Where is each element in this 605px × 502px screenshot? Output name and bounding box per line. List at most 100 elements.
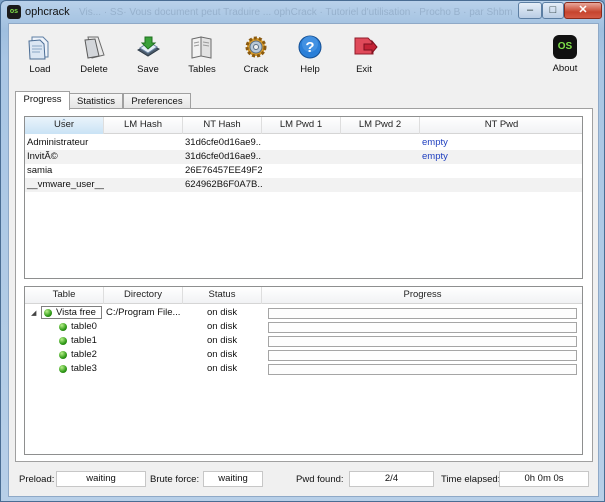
help-icon: ? (298, 35, 322, 59)
column-header-status[interactable]: Status (183, 287, 262, 304)
tree-row-root[interactable]: ◢ Vista free C:/Program File... on disk (25, 306, 582, 320)
sort-caret-icon: ⌃ (61, 119, 67, 126)
help-button[interactable]: ? Help (285, 34, 335, 82)
hash-table-header: ⌃ User LM Hash NT Hash LM Pwd 1 LM Pwd 2… (25, 117, 582, 134)
load-icon (28, 36, 49, 60)
crack-button[interactable]: Crack (231, 34, 281, 82)
pwd-found-value: 2/4 (349, 471, 434, 487)
nt-pwd-cell: empty (422, 151, 448, 162)
column-header-lm-pwd2[interactable]: LM Pwd 2 (341, 117, 420, 134)
column-header-user[interactable]: ⌃ User (25, 117, 104, 134)
brute-force-value: waiting (203, 471, 263, 487)
table-name-cell: table0 (71, 321, 97, 332)
time-elapsed-value: 0h 0m 0s (499, 471, 589, 487)
lm-pwd1-cell (262, 136, 341, 150)
column-header-lm-pwd1[interactable]: LM Pwd 1 (262, 117, 341, 134)
table-row[interactable]: Administrateur 31d6cfe0d16ae9... empty (25, 136, 582, 150)
column-header-directory[interactable]: Directory (104, 287, 183, 304)
status-ball-icon (59, 365, 67, 373)
tables-label: Tables (188, 64, 216, 75)
tree-row[interactable]: table2 on disk (25, 348, 582, 362)
table-name-cell: Vista free (56, 307, 96, 318)
delete-label: Delete (80, 64, 108, 75)
status-ball-icon (59, 323, 67, 331)
status-cell: on disk (207, 335, 238, 346)
tables-grid[interactable]: Table Directory Status Progress ◢ Vista … (24, 286, 583, 455)
status-cell: on disk (207, 321, 238, 332)
exit-icon (354, 37, 378, 55)
column-header-table[interactable]: Table (25, 287, 104, 304)
user-cell: InvitÃ© (27, 151, 58, 162)
exit-button[interactable]: Exit (339, 34, 389, 82)
preload-value: waiting (56, 471, 146, 487)
table-row[interactable]: samia 26E76457EE49F2... (25, 164, 582, 178)
lm-hash-cell (104, 150, 183, 164)
status-cell: on disk (207, 363, 238, 374)
lm-pwd2-cell (341, 136, 420, 150)
lm-hash-cell (104, 164, 183, 178)
lm-pwd1-cell (262, 178, 341, 192)
tables-grid-header: Table Directory Status Progress (25, 287, 582, 304)
brute-force-label: Brute force: (150, 474, 200, 485)
tree-row[interactable]: table1 on disk (25, 334, 582, 348)
tab-statistics[interactable]: Statistics (69, 93, 123, 109)
exit-label: Exit (356, 64, 372, 75)
status-cell: on disk (207, 307, 238, 318)
title-bar[interactable]: os ophcrack Vis... · SS· Vous document p… (1, 1, 604, 23)
lm-hash-cell (104, 178, 183, 192)
nt-hash-cell: 624962B6F0A7B... (185, 179, 262, 190)
nt-pwd-cell: empty (422, 137, 448, 148)
save-button[interactable]: Save (123, 34, 173, 82)
tree-row[interactable]: table0 on disk (25, 320, 582, 334)
background-window-text: Vis... · SS· Vous document peut Traduire… (79, 7, 513, 18)
delete-icon (84, 36, 105, 59)
lm-pwd2-cell (341, 150, 420, 164)
svg-text:?: ? (305, 39, 314, 56)
status-ball-icon (59, 337, 67, 345)
about-button[interactable]: OS About (540, 34, 590, 82)
main-client-area: Load Delete Save Tables Crack ? Help Exi… (8, 23, 599, 497)
nt-pwd-cell (420, 164, 580, 178)
about-label: About (552, 63, 578, 74)
column-header-lm-hash[interactable]: LM Hash (104, 117, 183, 134)
column-header-nt-pwd[interactable]: NT Pwd (420, 117, 582, 134)
gear-icon (245, 36, 267, 58)
table-name-cell: table1 (71, 335, 97, 346)
load-button[interactable]: Load (15, 34, 65, 82)
progress-bar (268, 336, 577, 347)
tables-button[interactable]: Tables (177, 34, 227, 82)
lm-pwd1-cell (262, 150, 341, 164)
table-row[interactable]: InvitÃ© 31d6cfe0d16ae9... empty (25, 150, 582, 164)
user-cell: Administrateur (27, 137, 89, 148)
app-window: os ophcrack Vis... · SS· Vous document p… (0, 0, 605, 502)
tree-row[interactable]: table3 on disk (25, 362, 582, 376)
load-label: Load (29, 64, 51, 75)
lm-pwd1-cell (262, 164, 341, 178)
os-logo-icon: OS (553, 35, 577, 59)
os-logo-icon: os (7, 5, 21, 19)
nt-hash-cell: 31d6cfe0d16ae9... (185, 137, 262, 148)
lm-pwd2-cell (341, 164, 420, 178)
delete-button[interactable]: Delete (69, 34, 119, 82)
status-ball-icon (44, 309, 52, 317)
status-cell: on disk (207, 349, 238, 360)
tables-icon (191, 36, 212, 59)
minimize-button[interactable]: – (518, 2, 542, 19)
maximize-button[interactable]: □ (542, 2, 564, 19)
column-header-progress[interactable]: Progress (262, 287, 582, 304)
progress-bar (268, 322, 577, 333)
user-cell: __vmware_user__ (27, 179, 104, 190)
tab-progress[interactable]: Progress (15, 91, 70, 110)
close-button[interactable]: ✕ (564, 2, 602, 19)
collapse-arrow-icon[interactable]: ◢ (31, 309, 36, 317)
table-name-cell: table3 (71, 363, 97, 374)
pwd-found-label: Pwd found: (296, 474, 344, 485)
tab-preferences[interactable]: Preferences (123, 93, 191, 109)
user-cell: samia (27, 165, 53, 176)
table-row[interactable]: __vmware_user__ 624962B6F0A7B... (25, 178, 582, 192)
crack-label: Crack (243, 64, 269, 75)
save-label: Save (137, 64, 159, 75)
hash-table[interactable]: ⌃ User LM Hash NT Hash LM Pwd 1 LM Pwd 2… (24, 116, 583, 279)
column-header-nt-hash[interactable]: NT Hash (183, 117, 262, 134)
nt-hash-cell: 31d6cfe0d16ae9... (185, 151, 262, 162)
